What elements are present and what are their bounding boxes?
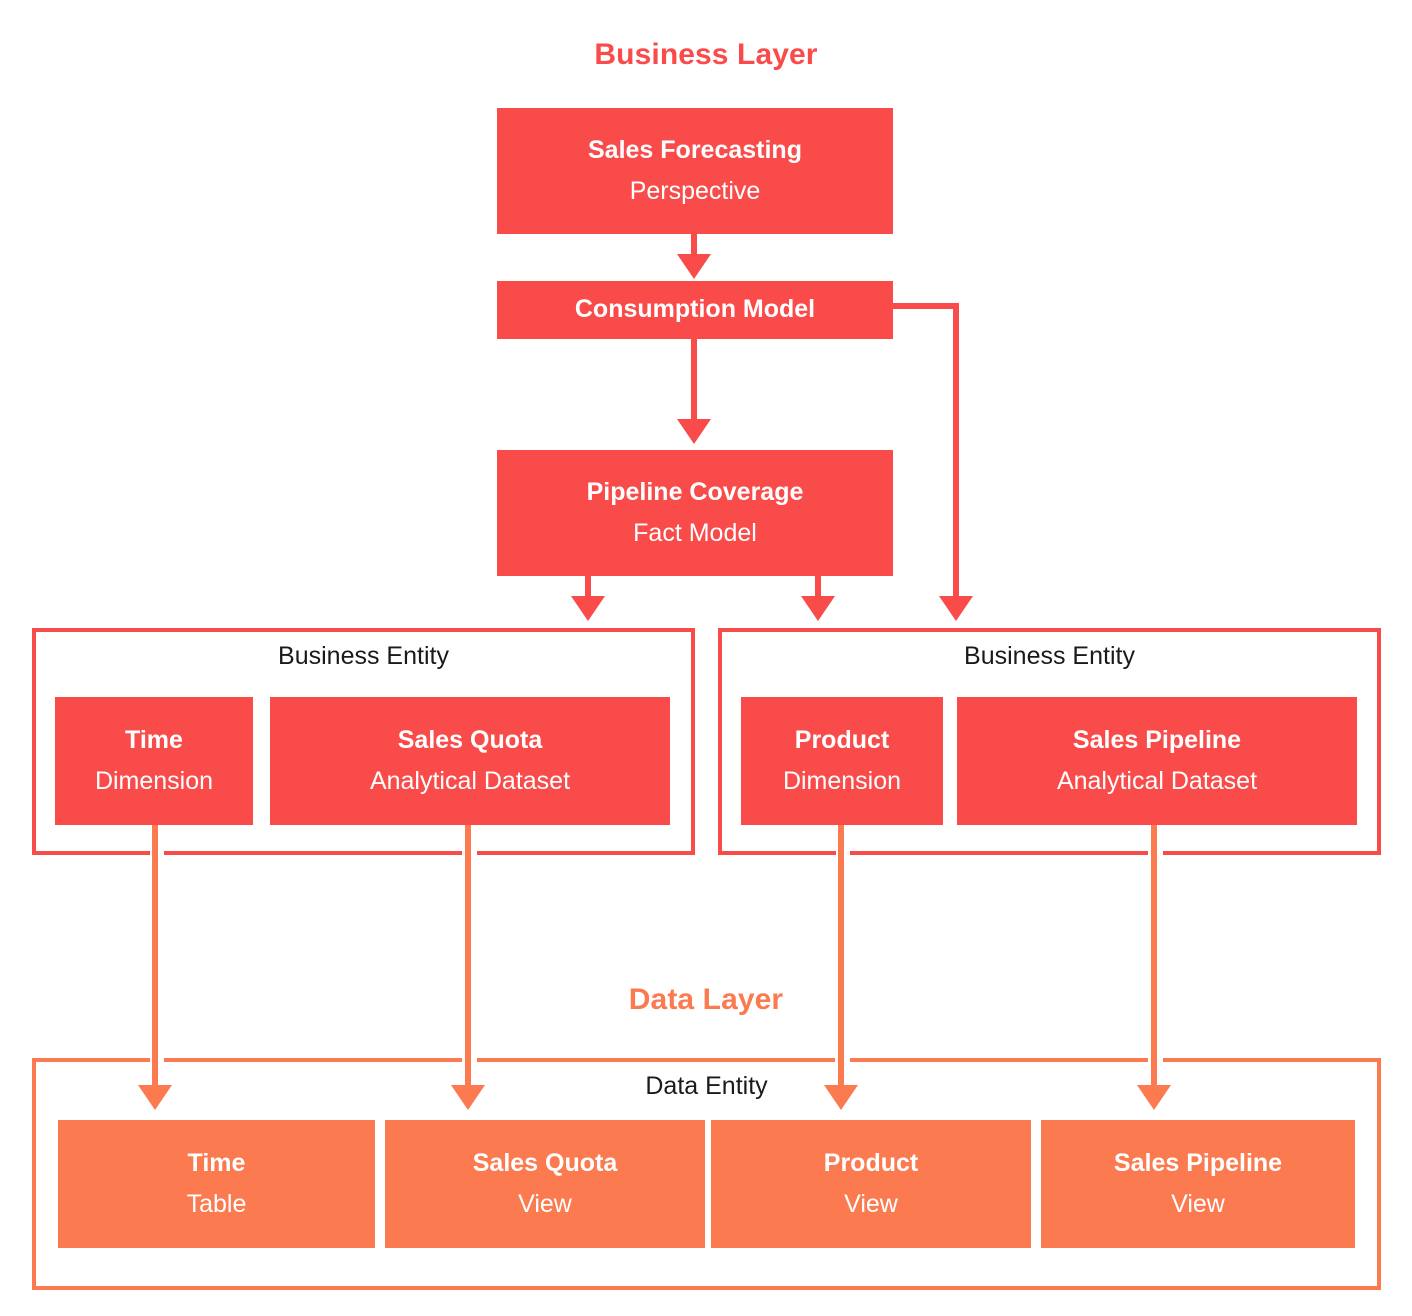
data-entity-frame-top-seg3 xyxy=(477,1058,835,1062)
node-data-sales-pipeline-type: View xyxy=(1171,1189,1225,1218)
node-business-time[interactable]: Time Dimension xyxy=(55,697,253,825)
node-consumption-model-name: Consumption Model xyxy=(574,295,816,324)
node-business-sales-quota-name: Sales Quota xyxy=(397,726,543,754)
node-sales-forecasting-name: Sales Forecasting xyxy=(588,136,802,164)
node-business-sales-quota[interactable]: Sales Quota Analytical Dataset xyxy=(270,697,670,825)
arrowhead-consumption-to-pipeline xyxy=(677,419,711,444)
data-entity-frame-bottom xyxy=(32,1286,1381,1290)
node-data-sales-quota-type: View xyxy=(518,1189,572,1218)
business-entity-right-frame-top xyxy=(718,628,1381,632)
node-data-sales-quota-name: Sales Quota xyxy=(472,1149,618,1177)
data-layer-title: Data Layer xyxy=(628,983,784,1016)
arrowhead-consumption-to-sales-pipeline-entity xyxy=(939,596,973,621)
node-business-time-type: Dimension xyxy=(94,766,214,795)
business-entity-right-frame-bottom-seg1 xyxy=(718,851,836,855)
connector-pipeline-to-right-entity xyxy=(815,576,821,598)
node-data-product[interactable]: Product View xyxy=(711,1120,1031,1248)
connector-consumption-branch-vertical xyxy=(953,303,959,598)
business-entity-right-frame-bottom-seg2 xyxy=(850,851,1148,855)
node-data-sales-pipeline-name: Sales Pipeline xyxy=(1113,1149,1283,1177)
diagram-canvas: Business Layer Sales Forecasting Perspec… xyxy=(0,0,1412,1316)
node-data-sales-quota[interactable]: Sales Quota View xyxy=(385,1120,705,1248)
node-sales-forecasting[interactable]: Sales Forecasting Perspective xyxy=(497,108,893,234)
business-layer-title: Business Layer xyxy=(594,38,818,71)
arrowhead-forecasting-to-consumption xyxy=(677,254,711,279)
node-data-product-name: Product xyxy=(823,1149,919,1177)
data-entity-frame-top-seg2 xyxy=(164,1058,462,1062)
node-data-product-type: View xyxy=(844,1189,898,1218)
node-business-product[interactable]: Product Dimension xyxy=(741,697,943,825)
connector-time-business-to-data xyxy=(152,825,158,1087)
connector-sales-quota-business-to-data xyxy=(465,825,471,1087)
node-data-time[interactable]: Time Table xyxy=(58,1120,375,1248)
node-sales-forecasting-type: Perspective xyxy=(629,176,761,205)
node-data-sales-pipeline[interactable]: Sales Pipeline View xyxy=(1041,1120,1355,1248)
node-business-product-name: Product xyxy=(794,726,890,754)
connector-forecasting-to-consumption xyxy=(691,234,697,256)
node-pipeline-coverage-name: Pipeline Coverage xyxy=(586,478,804,506)
business-entity-left-frame-top xyxy=(32,628,695,632)
business-entity-left-frame-bottom-seg3 xyxy=(477,851,695,855)
node-business-product-type: Dimension xyxy=(782,766,902,795)
node-business-time-name: Time xyxy=(125,726,183,754)
node-business-sales-pipeline-type: Analytical Dataset xyxy=(1056,766,1258,795)
node-business-sales-quota-type: Analytical Dataset xyxy=(369,766,571,795)
node-data-time-name: Time xyxy=(187,1149,246,1177)
data-entity-frame-top-seg4 xyxy=(850,1058,1148,1062)
connector-product-business-to-data xyxy=(838,825,844,1087)
node-business-sales-pipeline[interactable]: Sales Pipeline Analytical Dataset xyxy=(957,697,1357,825)
arrowhead-pipeline-to-right-entity xyxy=(801,596,835,621)
business-entity-left-frame-bottom-seg1 xyxy=(32,851,150,855)
business-entity-left-label: Business Entity xyxy=(278,642,449,670)
data-entity-frame-top-seg1 xyxy=(32,1058,150,1062)
node-pipeline-coverage[interactable]: Pipeline Coverage Fact Model xyxy=(497,450,893,576)
node-data-time-type: Table xyxy=(186,1189,247,1218)
node-business-sales-pipeline-name: Sales Pipeline xyxy=(1072,726,1242,754)
data-entity-frame-top-seg5 xyxy=(1163,1058,1381,1062)
connector-consumption-to-pipeline xyxy=(691,339,697,421)
business-entity-right-frame-bottom-seg3 xyxy=(1163,851,1381,855)
connector-pipeline-to-left-entity xyxy=(585,576,591,598)
node-pipeline-coverage-type: Fact Model xyxy=(633,518,757,547)
arrowhead-pipeline-to-left-entity xyxy=(571,596,605,621)
node-consumption-model[interactable]: Consumption Model xyxy=(497,281,893,339)
connector-sales-pipeline-business-to-data xyxy=(1151,825,1157,1087)
connector-consumption-branch-horizontal xyxy=(893,303,959,309)
data-entity-label: Data Entity xyxy=(645,1072,768,1100)
business-entity-left-frame-bottom-seg2 xyxy=(164,851,462,855)
business-entity-right-label: Business Entity xyxy=(964,642,1135,670)
